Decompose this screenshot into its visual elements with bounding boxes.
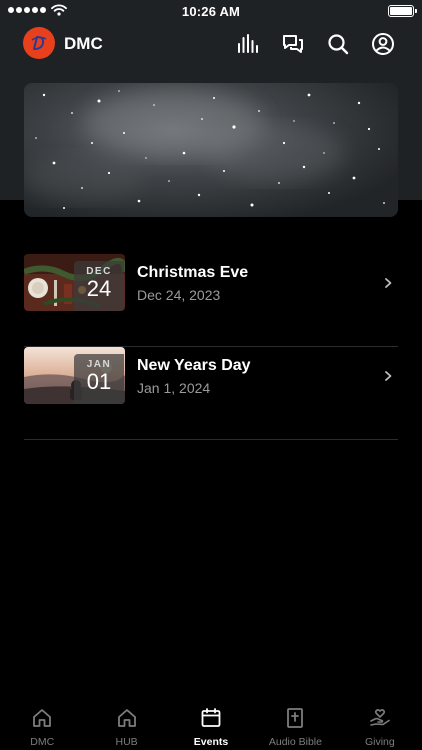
event-item-christmas-eve[interactable]: DEC 24 Christmas Eve Dec 24, 2023 <box>24 254 398 347</box>
event-date: Jan 1, 2024 <box>137 380 211 396</box>
dmc-logo[interactable] <box>23 27 55 59</box>
tab-label: DMC <box>30 736 55 748</box>
chat-icon[interactable] <box>281 32 305 56</box>
date-badge: JAN 01 <box>74 354 124 404</box>
event-thumbnail: JAN 01 <box>24 347 125 404</box>
battery-icon <box>388 5 417 17</box>
tab-label: Events <box>193 736 229 748</box>
event-title: New Years Day <box>137 357 251 374</box>
hero-banner-image[interactable] <box>24 83 398 217</box>
tab-events[interactable]: Events <box>169 700 253 750</box>
calendar-icon <box>201 708 221 727</box>
date-day: 24 <box>86 276 112 301</box>
status-bar: 10:26 AM <box>0 0 422 22</box>
bottom-tab-bar: DMC HUB Events Audio Bible Giving <box>0 700 422 750</box>
chevron-right-icon <box>385 371 392 381</box>
event-title: Christmas Eve <box>137 264 249 281</box>
brand-name: DMC <box>64 34 103 53</box>
giving-heart-hand-icon <box>370 709 390 726</box>
chevron-right-icon <box>385 278 392 288</box>
event-item-new-years-day[interactable]: JAN 01 New Years Day Jan 1, 2024 <box>24 347 398 440</box>
tab-dmc[interactable]: DMC <box>0 700 84 750</box>
app-header: DMC <box>0 24 422 64</box>
tab-label: Giving <box>364 736 395 748</box>
snowfall-image <box>24 88 385 209</box>
account-icon[interactable] <box>371 32 395 56</box>
home-icon <box>33 709 52 727</box>
bible-icon <box>287 708 304 728</box>
tab-label: HUB <box>115 736 138 748</box>
date-day: 01 <box>86 369 112 394</box>
tab-giving[interactable]: Giving <box>338 700 422 750</box>
tab-label: Audio Bible <box>268 736 322 748</box>
event-thumbnail: DEC 24 <box>24 254 125 311</box>
date-badge: DEC 24 <box>74 261 124 311</box>
audio-levels-icon[interactable] <box>236 32 260 56</box>
event-date: Dec 24, 2023 <box>137 287 221 303</box>
status-time: 10:26 AM <box>181 4 241 19</box>
dmc-logo-mark <box>31 36 47 50</box>
tab-hub[interactable]: HUB <box>84 700 168 750</box>
tab-audio-bible[interactable]: Audio Bible <box>253 700 337 750</box>
search-icon[interactable] <box>326 32 350 56</box>
home-icon <box>117 709 136 727</box>
